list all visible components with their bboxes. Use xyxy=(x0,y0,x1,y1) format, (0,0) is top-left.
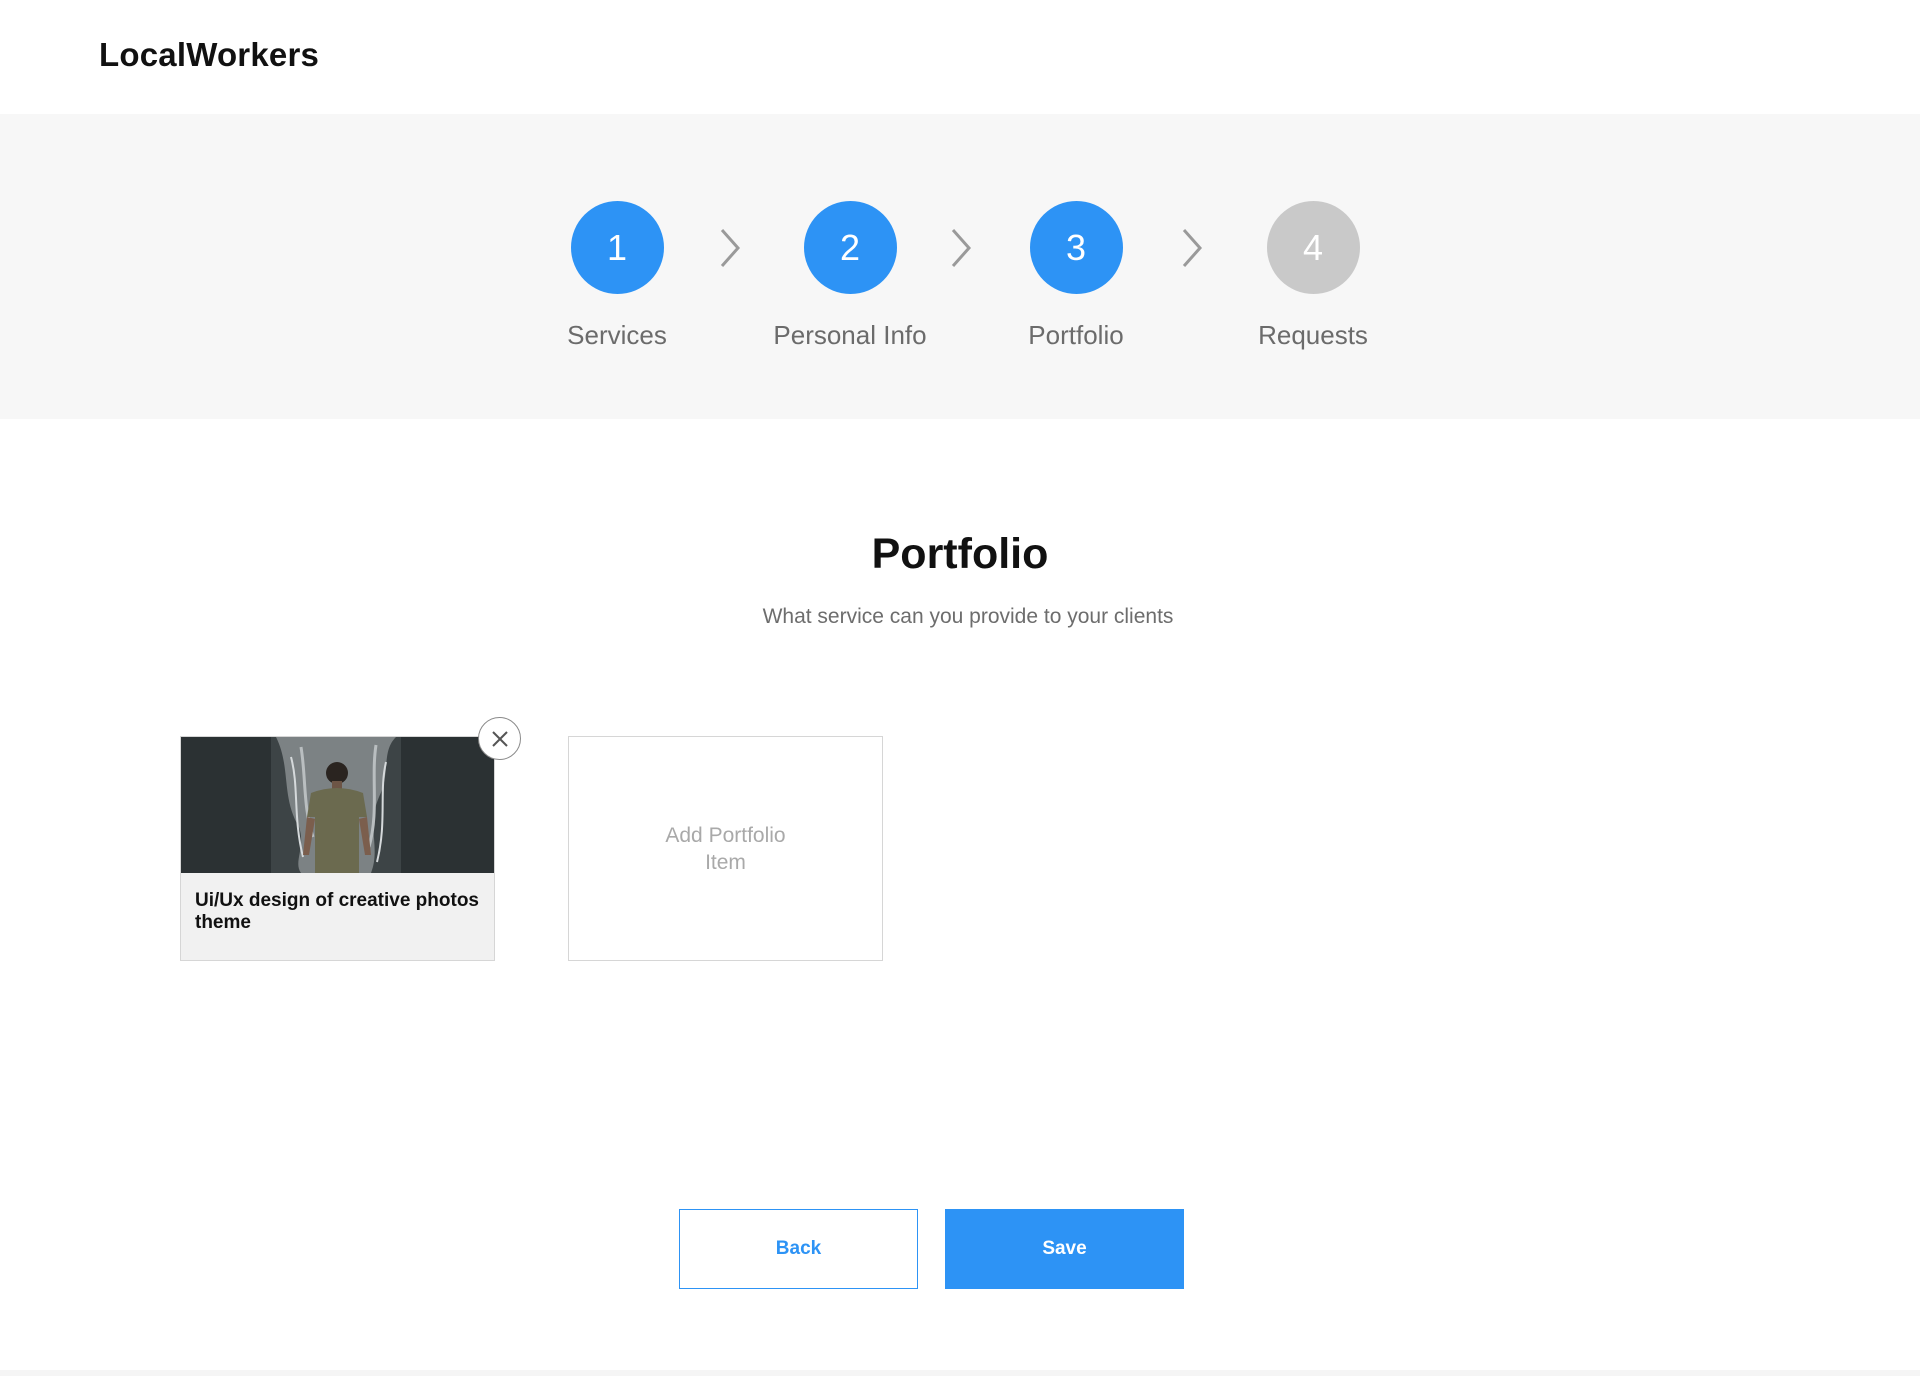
step-number-badge: 3 xyxy=(1029,201,1123,294)
portfolio-item-card[interactable]: Ui/Ux design of creative photos theme xyxy=(180,736,495,961)
step-label: Personal Info xyxy=(773,320,927,350)
remove-portfolio-item-button[interactable] xyxy=(478,717,521,760)
footer-divider xyxy=(0,1370,1920,1376)
step-number-badge: 1 xyxy=(570,201,664,294)
page-subtitle: What service can you provide to your cli… xyxy=(762,605,1174,628)
header: LocalWorkers xyxy=(0,0,1920,114)
progress-stepper: 1 Services 2 Personal Info 3 Portfolio 4… xyxy=(0,114,1920,419)
step-services[interactable]: 1 Services xyxy=(497,201,737,351)
step-requests[interactable]: 4 Requests xyxy=(1193,201,1433,351)
step-number-badge: 2 xyxy=(803,201,897,294)
app-logo[interactable]: LocalWorkers xyxy=(99,36,319,74)
step-portfolio[interactable]: 3 Portfolio xyxy=(956,201,1196,351)
add-portfolio-item-label: Add Portfolio Item xyxy=(665,823,786,874)
add-portfolio-item-button[interactable]: Add Portfolio Item xyxy=(568,736,883,961)
step-label: Portfolio xyxy=(1028,320,1124,350)
back-button[interactable]: Back xyxy=(679,1209,918,1289)
portfolio-item-caption: Ui/Ux design of creative photos theme xyxy=(195,890,479,933)
step-label: Requests xyxy=(1258,320,1368,350)
page-title: Portfolio xyxy=(871,530,1049,578)
step-number-badge: 4 xyxy=(1266,201,1360,294)
close-icon xyxy=(491,730,508,747)
portfolio-item-image xyxy=(181,737,494,873)
step-personal-info[interactable]: 2 Personal Info xyxy=(730,201,970,351)
step-label: Services xyxy=(567,320,667,350)
save-button[interactable]: Save xyxy=(945,1209,1184,1289)
